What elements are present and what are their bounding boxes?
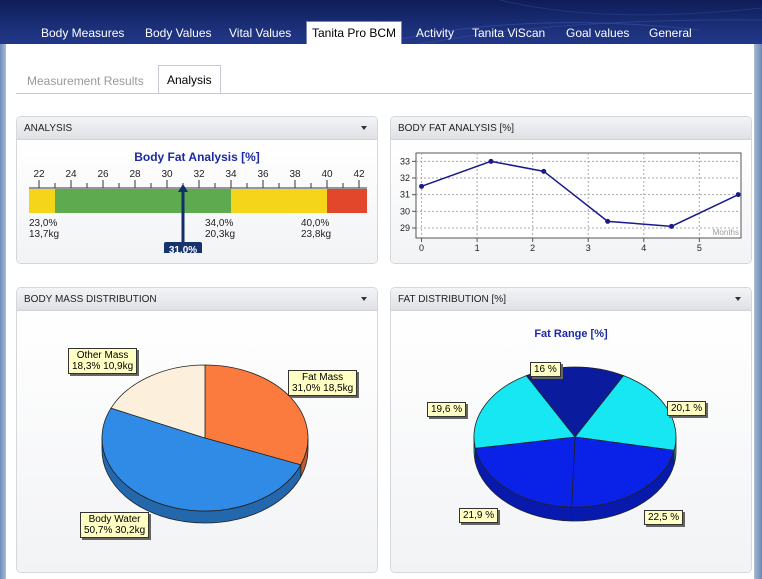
callout-fat-mass-name: Fat Mass (302, 372, 344, 383)
line-chart-point (735, 192, 741, 198)
gauge-threshold-percent: 23,0% (29, 218, 57, 229)
body-fat-gauge: 22 24 26 28 30 32 34 36 38 40 42 23,0% 13,7kg 34,0% 20… (29, 167, 369, 256)
fat-distribution-pie-slice (474, 436, 576, 508)
body-mass-distribution-body: Other Mass 18,3% 10,9kg Fat Mass 31,0% 1… (17, 312, 377, 572)
fat-distribution-panel: FAT DISTRIBUTION [%] Fat Range [%] 16 % … (390, 287, 752, 573)
gauge-tick-label: 38 (289, 169, 301, 180)
gauge-range-band (29, 189, 55, 213)
line-chart-point (488, 158, 494, 164)
body-mass-distribution-title: BODY MASS DISTRIBUTION (24, 294, 157, 305)
gauge-tick-label: 32 (193, 169, 205, 180)
tab-tanita-pro-bcm[interactable]: Tanita Pro BCM (306, 21, 403, 44)
subtab-measurement-results[interactable]: Measurement Results (19, 68, 152, 94)
body-fat-analysis-title: BODY FAT ANALYSIS [%] (398, 123, 514, 134)
line-chart-point (605, 218, 611, 224)
line-chart-y-tick-label: 32 (400, 173, 410, 183)
gauge-threshold-percent: 40,0% (301, 218, 329, 229)
fat-distribution-dropdown-arrow-icon[interactable] (735, 297, 741, 301)
gauge-tick-label: 26 (97, 169, 109, 180)
analysis-panel-header: ANALYSIS (17, 117, 377, 140)
body-fat-analysis-body: 29 30 31 32 33 0 1 2 3 4 5 Months (391, 141, 751, 263)
fat-distribution-header: FAT DISTRIBUTION [%] (391, 288, 751, 311)
gauge-threshold-percent: 34,0% (205, 218, 233, 229)
subtab-divider (16, 93, 752, 94)
callout-fat-segment-2: 20,1 % (667, 401, 707, 416)
line-chart-y-tick-label: 31 (400, 190, 410, 200)
callout-body-water-name: Body Water (88, 514, 141, 525)
tab-activity[interactable]: Activity (411, 24, 459, 44)
callout-body-water: Body Water 50,7% 30,2kg (80, 512, 150, 538)
line-chart-point (419, 183, 425, 189)
gauge-current-value: 31,0% (169, 245, 197, 253)
line-chart-point (669, 223, 675, 229)
line-chart-x-tick-label: 2 (530, 243, 535, 253)
tab-tanita-viscan[interactable]: Tanita ViScan (467, 24, 550, 44)
body-mass-distribution-header: BODY MASS DISTRIBUTION (17, 288, 377, 311)
gauge-tick-label: 42 (353, 169, 365, 180)
analysis-panel-title: ANALYSIS (24, 123, 73, 134)
line-chart-x-axis-label: Months (713, 228, 739, 237)
callout-fat-segment-1: 16 % (530, 362, 561, 377)
gauge-threshold-kg: 23,8kg (301, 229, 331, 240)
gauge-range-band (327, 189, 367, 213)
callout-fat-segment-5: 19,6 % (427, 402, 467, 417)
fat-distribution-title: FAT DISTRIBUTION [%] (398, 294, 506, 305)
tab-body-values[interactable]: Body Values (140, 24, 217, 44)
line-chart-x-tick-label: 3 (586, 243, 591, 253)
callout-other-mass: Other Mass 18,3% 10,9kg (68, 348, 138, 374)
analysis-panel: ANALYSIS Body Fat Analysis [%] 22 24 26 28 3… (16, 116, 378, 264)
body-mass-distribution-panel: BODY MASS DISTRIBUTION Other Mass 18,3% … (16, 287, 378, 573)
gauge-threshold-kg: 13,7kg (29, 229, 59, 240)
gauge-tick-label: 36 (257, 169, 269, 180)
gauge-tick-label: 28 (129, 169, 141, 180)
main-content: Measurement Results Analysis ANALYSIS Bo… (6, 44, 754, 579)
callout-other-mass-name: Other Mass (76, 350, 129, 361)
analysis-dropdown-arrow-icon[interactable] (361, 126, 367, 130)
body-fat-analysis-panel: BODY FAT ANALYSIS [%] 29 30 31 32 33 0 1 2 3 4 5 Mo… (390, 116, 752, 264)
gauge-tick-label: 22 (33, 169, 45, 180)
gauge-tick-label: 24 (65, 169, 77, 180)
fat-distribution-body: Fat Range [%] 16 % 20,1 % 22,5 % 21,9 % … (391, 312, 751, 572)
body-fat-gauge-title: Body Fat Analysis [%] (134, 150, 260, 164)
gauge-range-band (231, 189, 327, 213)
line-chart-point (541, 168, 547, 174)
line-chart-plot-area (415, 152, 742, 239)
body-mass-dropdown-arrow-icon[interactable] (361, 297, 367, 301)
callout-other-mass-value: 18,3% 10,9kg (72, 361, 134, 372)
tab-goal-values[interactable]: Goal values (561, 24, 634, 44)
line-chart-x-tick-label: 1 (475, 243, 480, 253)
callout-fat-segment-4: 21,9 % (459, 508, 499, 523)
line-chart-y-tick-label: 30 (400, 206, 410, 216)
gauge-threshold-kg: 20,3kg (205, 229, 235, 240)
line-chart-x-tick-label: 4 (641, 243, 646, 253)
callout-fat-mass-value: 31,0% 18,5kg (292, 383, 354, 394)
fat-range-title: Fat Range [%] (534, 328, 608, 340)
tab-general[interactable]: General (644, 24, 697, 44)
callout-body-water-value: 50,7% 30,2kg (84, 525, 146, 536)
tab-body-measures[interactable]: Body Measures (36, 24, 129, 44)
subtab-analysis[interactable]: Analysis (158, 65, 221, 94)
gauge-tick-label: 40 (321, 169, 333, 180)
gauge-tick-label: 30 (161, 169, 173, 180)
top-navigation-bar: Body Measures Body Values Vital Values T… (0, 0, 762, 44)
line-chart-y-tick-label: 29 (400, 223, 410, 233)
gauge-tick-label: 34 (225, 169, 237, 180)
line-chart-y-tick-label: 33 (400, 156, 410, 166)
line-chart-x-tick-label: 5 (697, 243, 702, 253)
callout-fat-mass: Fat Mass 31,0% 18,5kg (288, 370, 358, 396)
gauge-range-band (55, 189, 231, 213)
body-fat-analysis-header: BODY FAT ANALYSIS [%] (391, 117, 751, 140)
analysis-panel-body: Body Fat Analysis [%] 22 24 26 28 30 32 34 36 38… (17, 141, 377, 263)
line-chart-x-tick-label: 0 (419, 243, 424, 253)
fat-distribution-pie-chart (473, 366, 677, 522)
callout-fat-segment-3: 22,5 % (644, 510, 684, 525)
tab-vital-values[interactable]: Vital Values (224, 24, 296, 44)
body-fat-gauge-graphic: 22 24 26 28 30 32 34 36 38 40 42 23,0%13,7kg 34,0%20… (29, 169, 367, 256)
body-fat-line-chart: 29 30 31 32 33 0 1 2 3 4 5 Months (400, 152, 742, 253)
